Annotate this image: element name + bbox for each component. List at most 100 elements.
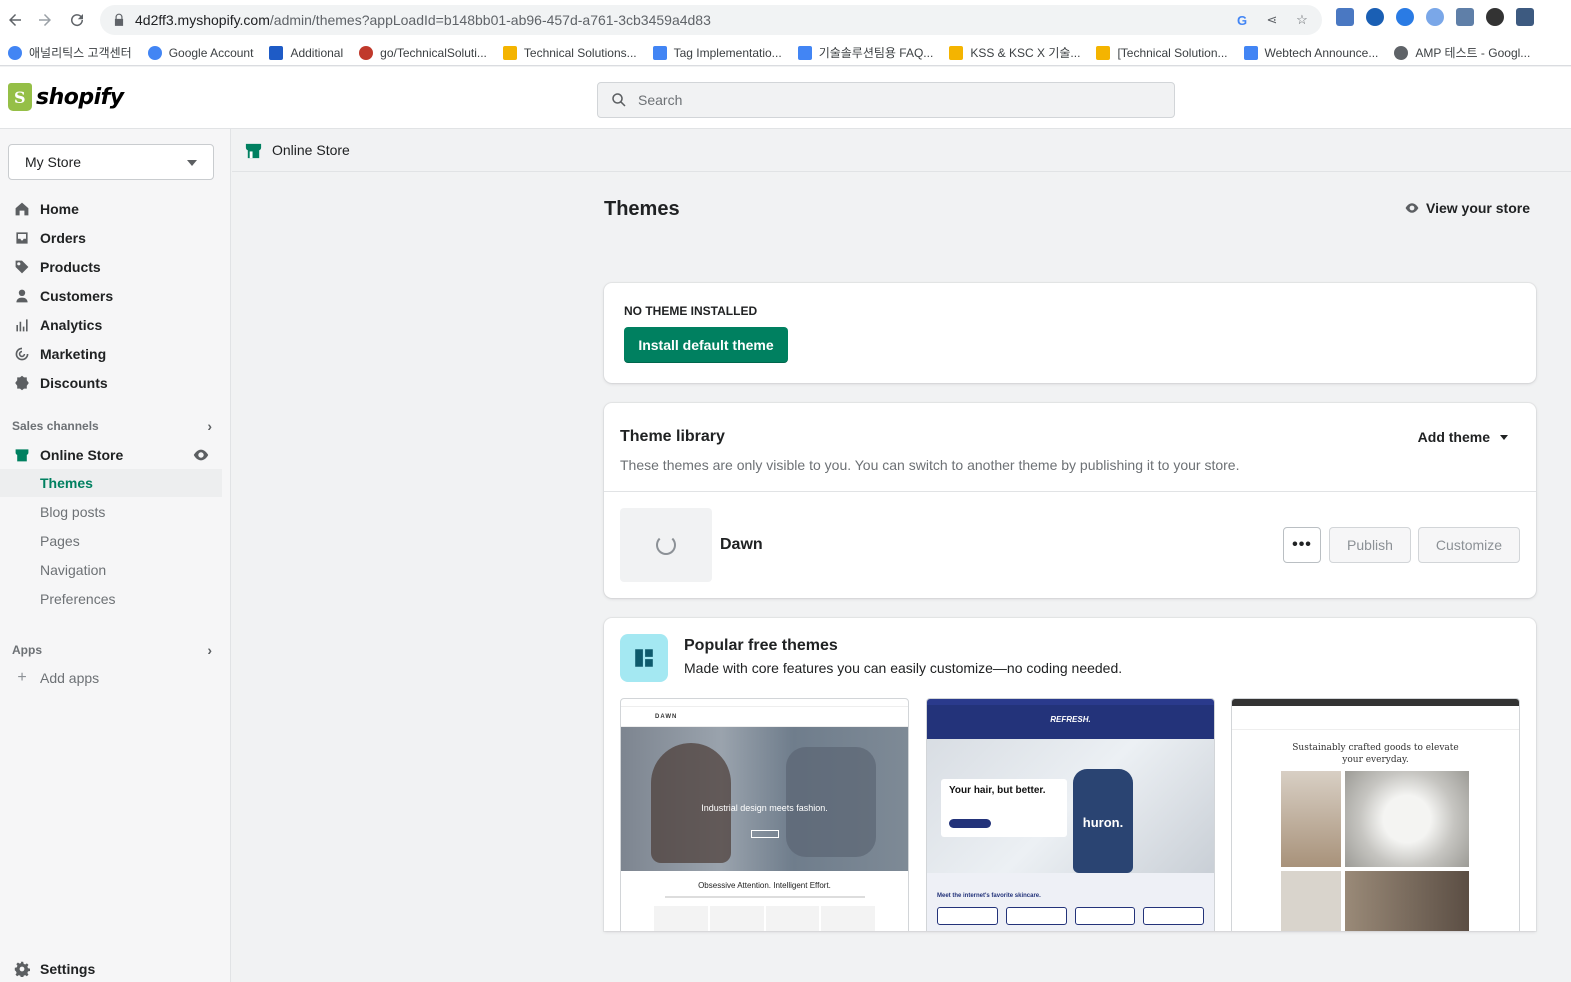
search-input[interactable]: Search bbox=[597, 82, 1175, 118]
popular-themes-title: Popular free themes bbox=[684, 637, 838, 654]
bookmark-item[interactable]: [Technical Solution... bbox=[1096, 45, 1228, 60]
bookmark-item[interactable]: AMP 테스트 - Googl... bbox=[1394, 44, 1530, 61]
bookmark-item[interactable]: 기술솔루션팀용 FAQ... bbox=[797, 44, 933, 61]
bookmark-item[interactable]: KSS & KSC X 기술... bbox=[949, 44, 1080, 61]
bookmark-item[interactable]: Additional bbox=[269, 45, 343, 60]
sidebar-item-home[interactable]: Home bbox=[0, 195, 222, 223]
slides-icon bbox=[502, 45, 517, 60]
sidebar-item-pages[interactable]: Pages bbox=[0, 527, 222, 555]
address-bar[interactable]: 4d2ff3.myshopify.com/admin/themes?appLoa… bbox=[100, 5, 1322, 35]
apps-header[interactable]: Apps › bbox=[12, 642, 212, 658]
bookmark-item[interactable]: Google Account bbox=[147, 45, 253, 60]
view-store-button[interactable]: View your store bbox=[1404, 200, 1530, 216]
forward-icon[interactable] bbox=[30, 5, 60, 35]
refresh-theme-preview[interactable]: REFRESH. Your hair, but better. huron. M… bbox=[926, 698, 1215, 931]
bookmark-item[interactable]: go/TechnicalSoluti... bbox=[359, 45, 487, 60]
slides-icon bbox=[1096, 45, 1111, 60]
search-placeholder: Search bbox=[638, 92, 683, 108]
reload-icon[interactable] bbox=[62, 5, 92, 35]
docs-icon bbox=[652, 45, 667, 60]
sidebar-item-blog-posts[interactable]: Blog posts bbox=[0, 498, 222, 526]
bookmark-star-icon[interactable]: ☆ bbox=[1294, 12, 1310, 28]
bookmark-item[interactable]: Technical Solutions... bbox=[502, 45, 637, 60]
chevron-down-icon bbox=[1500, 434, 1508, 440]
dawn-hero-text: Industrial design meets fashion. bbox=[701, 803, 828, 813]
online-store-icon bbox=[245, 143, 262, 158]
sidebar-item-online-store[interactable]: Online Store bbox=[0, 441, 222, 469]
shopify-bag-icon bbox=[8, 83, 32, 111]
extension-icon[interactable] bbox=[1336, 8, 1354, 26]
orders-icon bbox=[16, 232, 28, 244]
store-selector[interactable]: My Store bbox=[8, 144, 214, 180]
url-host: 4d2ff3.myshopify.com bbox=[135, 12, 270, 28]
sidebar-item-orders[interactable]: Orders bbox=[0, 224, 222, 252]
craft-theme-preview[interactable]: Sustainably crafted goods to elevate you… bbox=[1231, 698, 1520, 931]
bookmarks-bar: 애널리틱스 고객센터 Google Account Additional go/… bbox=[0, 40, 1571, 66]
refresh-hero-text: Your hair, but better. bbox=[949, 785, 1046, 796]
sidebar-item-navigation[interactable]: Navigation bbox=[0, 556, 222, 584]
publish-button[interactable]: Publish bbox=[1329, 527, 1411, 563]
sidebar-item-products[interactable]: Products bbox=[0, 253, 222, 281]
go-link-icon bbox=[359, 45, 374, 60]
popular-themes-card: Popular free themes Made with core featu… bbox=[604, 618, 1536, 931]
gear-icon bbox=[14, 961, 30, 977]
sales-channels-header[interactable]: Sales channels › bbox=[12, 418, 212, 434]
extension-icon[interactable] bbox=[1426, 8, 1444, 26]
craft-tagline: Sustainably crafted goods to elevate you… bbox=[1292, 743, 1459, 765]
breadcrumb-label[interactable]: Online Store bbox=[272, 142, 350, 158]
dawn-hero-image: Industrial design meets fashion. bbox=[621, 727, 908, 871]
sidebar: My Store Home Orders Products Customers … bbox=[0, 129, 231, 982]
scissors-icon[interactable] bbox=[1456, 8, 1474, 26]
bookmark-icon bbox=[8, 45, 22, 60]
slides-icon bbox=[949, 45, 964, 60]
craft-product-grid bbox=[1281, 771, 1471, 931]
bookmark-item[interactable]: 애널리틱스 고객센터 bbox=[8, 44, 132, 61]
add-theme-button[interactable]: Add theme bbox=[1418, 429, 1508, 445]
fs-icon bbox=[269, 45, 284, 60]
discount-icon bbox=[15, 375, 29, 391]
profile-icon[interactable] bbox=[1516, 8, 1534, 26]
bookmark-item[interactable]: Webtech Announce... bbox=[1243, 45, 1378, 60]
shopify-logo[interactable]: shopify bbox=[8, 83, 124, 111]
browser-toolbar: 4d2ff3.myshopify.com/admin/themes?appLoa… bbox=[0, 0, 1571, 40]
docs-icon bbox=[797, 45, 812, 60]
chevron-down-icon bbox=[187, 160, 197, 166]
sidebar-item-settings[interactable]: Settings bbox=[0, 955, 222, 982]
extension-icon[interactable] bbox=[1366, 8, 1384, 26]
theme-library-card: Theme library Add theme These themes are… bbox=[604, 403, 1536, 598]
timer-icon[interactable] bbox=[1486, 8, 1504, 26]
add-apps-button[interactable]: + Add apps bbox=[0, 664, 222, 692]
docs-icon bbox=[1243, 45, 1258, 60]
target-icon bbox=[15, 347, 29, 361]
bookmark-item[interactable]: Tag Implementatio... bbox=[652, 45, 782, 60]
sidebar-item-discounts[interactable]: Discounts bbox=[0, 369, 222, 397]
theme-name: Dawn bbox=[720, 536, 763, 553]
share-icon[interactable]: ⋖ bbox=[1264, 12, 1280, 28]
sidebar-item-analytics[interactable]: Analytics bbox=[0, 311, 222, 339]
more-actions-button[interactable]: ••• bbox=[1283, 527, 1321, 563]
customize-button[interactable]: Customize bbox=[1418, 527, 1520, 563]
chevron-right-icon: › bbox=[207, 642, 212, 658]
dawn-theme-preview[interactable]: DAWN Industrial design meets fashion. Ob… bbox=[620, 698, 909, 931]
eye-icon[interactable] bbox=[192, 446, 210, 464]
home-icon bbox=[15, 202, 29, 216]
install-default-theme-button[interactable]: Install default theme bbox=[624, 327, 788, 363]
chevron-right-icon: › bbox=[207, 418, 212, 434]
sidebar-item-preferences[interactable]: Preferences bbox=[0, 585, 222, 613]
theme-library-title: Theme library bbox=[620, 428, 725, 445]
url-path: /admin/themes?appLoadId=b148bb01-ab96-45… bbox=[269, 12, 711, 28]
extension-icon[interactable] bbox=[1396, 8, 1414, 26]
bar-chart-icon bbox=[16, 319, 28, 332]
dawn-tagline: Obsessive Attention. Intelligent Effort. bbox=[698, 881, 831, 890]
refresh-brand: REFRESH. bbox=[927, 705, 1214, 739]
lock-icon bbox=[114, 13, 124, 26]
google-icon bbox=[147, 45, 162, 60]
refresh-hero-image: Your hair, but better. huron. bbox=[927, 739, 1214, 873]
sidebar-item-themes[interactable]: Themes bbox=[0, 469, 222, 497]
back-icon[interactable] bbox=[0, 5, 30, 35]
sidebar-item-customers[interactable]: Customers bbox=[0, 282, 222, 310]
person-icon bbox=[16, 289, 28, 303]
sidebar-item-marketing[interactable]: Marketing bbox=[0, 340, 222, 368]
amp-icon bbox=[1394, 45, 1409, 60]
google-icon[interactable]: G bbox=[1234, 12, 1250, 28]
